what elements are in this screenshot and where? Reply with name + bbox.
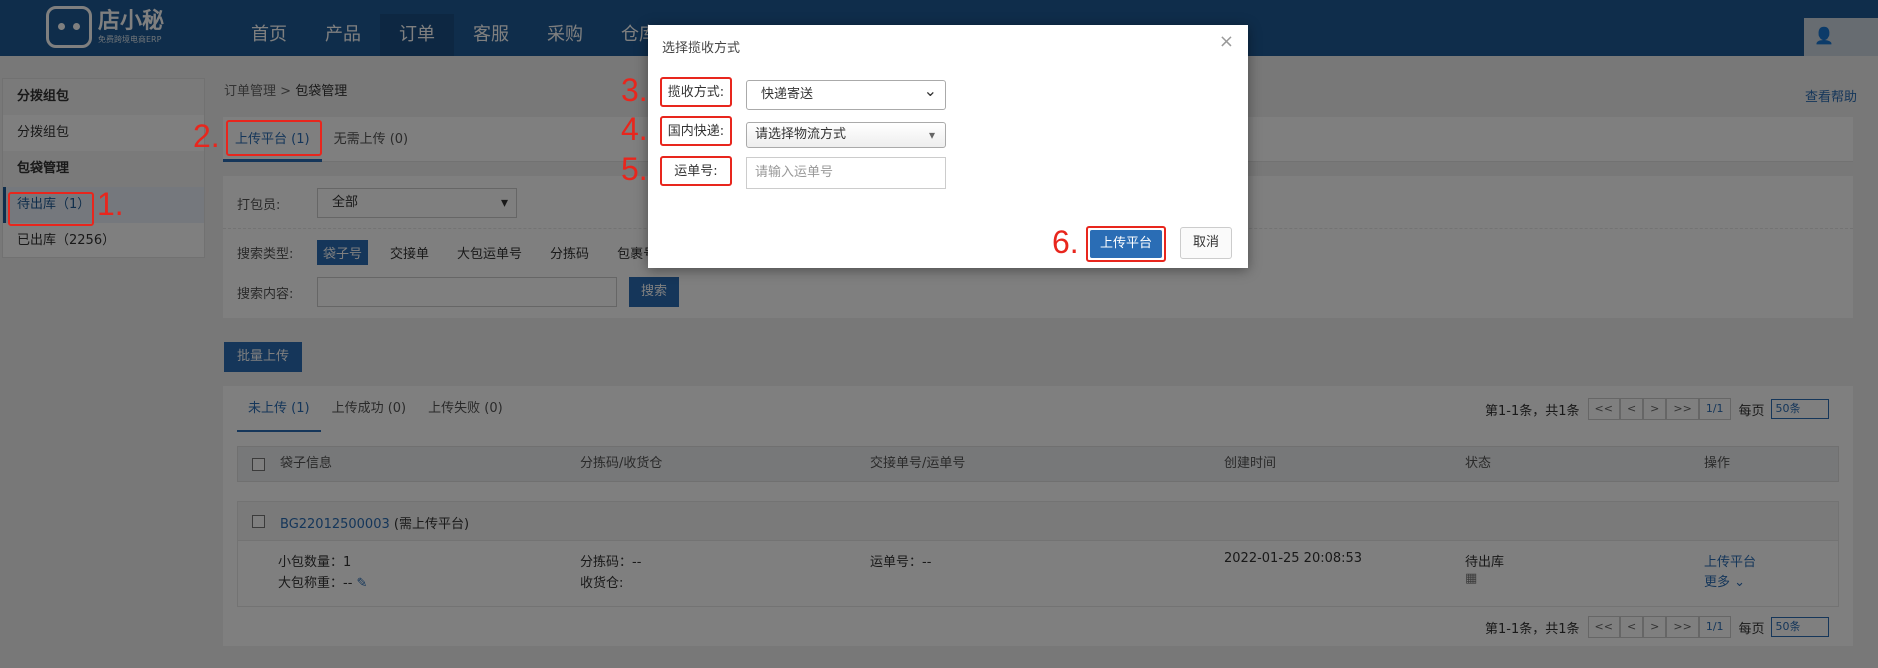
waybill-input[interactable]: 请输入运单号 — [746, 157, 946, 189]
cancel-button[interactable]: 取消 — [1180, 227, 1232, 259]
annotation-1: 1. — [97, 186, 124, 222]
domestic-express-label: 国内快递: — [660, 116, 732, 146]
upload-platform-button[interactable]: 上传平台 — [1086, 226, 1166, 262]
annotation-2: 2. — [193, 118, 220, 154]
pickup-method-dialog: 选择揽收方式 × 揽收方式: 快递寄送 国内快递: 请选择物流方式 运单号: 请… — [621, 25, 1248, 268]
dialog-title: 选择揽收方式 — [662, 41, 741, 56]
annotation-5: 5. — [621, 151, 648, 187]
annotation-box-1 — [8, 192, 94, 226]
waybill-label: 运单号: — [660, 156, 732, 186]
close-icon[interactable]: × — [1219, 31, 1234, 52]
annotation-3: 3. — [621, 72, 648, 108]
pickup-method-label: 揽收方式: — [660, 77, 732, 107]
annotation-4: 4. — [621, 111, 648, 147]
domestic-express-select[interactable]: 请选择物流方式 — [746, 122, 946, 148]
annotation-6: 6. — [1052, 224, 1079, 260]
annotation-box-2 — [226, 120, 322, 156]
pickup-method-select[interactable]: 快递寄送 — [746, 77, 946, 110]
